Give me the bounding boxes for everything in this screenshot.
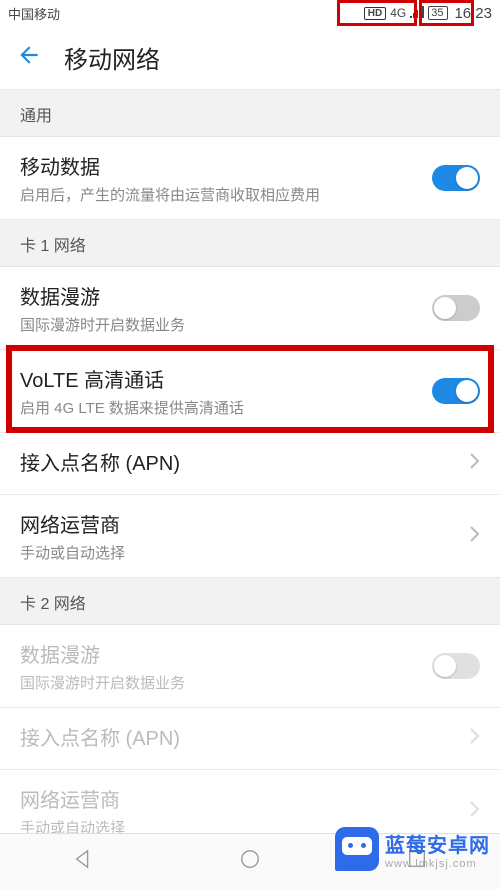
roam2-sub: 国际漫游时开启数据业务: [20, 672, 432, 693]
row-volte[interactable]: VoLTE 高清通话 启用 4G LTE 数据来提供高清通话: [0, 350, 500, 433]
watermark: 蓝莓安卓网 www.lmkjsj.com: [335, 827, 490, 871]
apn2-title: 接入点名称 (APN): [20, 722, 470, 751]
mobile-data-title: 移动数据: [20, 151, 432, 180]
chevron-right-icon: [470, 727, 480, 750]
chevron-right-icon: [470, 452, 480, 475]
row-roaming-2: 数据漫游 国际漫游时开启数据业务: [0, 625, 500, 708]
chevron-right-icon: [470, 525, 480, 548]
row-roaming-1[interactable]: 数据漫游 国际漫游时开启数据业务: [0, 267, 500, 350]
roam1-title: 数据漫游: [20, 281, 432, 310]
section-sim2: 卡 2 网络: [0, 578, 500, 625]
highlight-box-status-2: [419, 0, 474, 26]
mobile-data-sub: 启用后，产生的流量将由运营商收取相应费用: [20, 184, 432, 205]
roaming-2-toggle: [432, 653, 480, 679]
app-header: 移动网络: [0, 26, 500, 90]
back-arrow-icon[interactable]: [16, 42, 42, 73]
watermark-robot-icon: [335, 827, 379, 871]
row-carrier-1[interactable]: 网络运营商 手动或自动选择: [0, 495, 500, 578]
volte-title: VoLTE 高清通话: [20, 364, 432, 393]
volte-toggle[interactable]: [432, 378, 480, 404]
roaming-1-toggle[interactable]: [432, 295, 480, 321]
mobile-data-toggle[interactable]: [432, 165, 480, 191]
highlight-box-status-1: [337, 0, 417, 26]
roam2-title: 数据漫游: [20, 639, 432, 668]
volte-sub: 启用 4G LTE 数据来提供高清通话: [20, 397, 432, 418]
watermark-url: www.lmkjsj.com: [385, 858, 490, 870]
status-bar: 中国移动 HD 4G 35 16:23: [0, 0, 500, 26]
apn1-title: 接入点名称 (APN): [20, 447, 470, 476]
chevron-right-icon: [470, 800, 480, 823]
row-apn-1[interactable]: 接入点名称 (APN): [0, 433, 500, 495]
row-mobile-data[interactable]: 移动数据 启用后，产生的流量将由运营商收取相应费用: [0, 137, 500, 220]
carrier-label: 中国移动: [8, 4, 364, 23]
nav-home-icon[interactable]: [239, 848, 261, 875]
page-title: 移动网络: [64, 40, 160, 75]
row-apn-2: 接入点名称 (APN): [0, 708, 500, 770]
nav-back-icon[interactable]: [72, 848, 94, 875]
section-sim1: 卡 1 网络: [0, 220, 500, 267]
carrier2-title: 网络运营商: [20, 784, 470, 813]
carrier1-title: 网络运营商: [20, 509, 470, 538]
carrier1-sub: 手动或自动选择: [20, 542, 470, 563]
roam1-sub: 国际漫游时开启数据业务: [20, 314, 432, 335]
section-general: 通用: [0, 90, 500, 137]
watermark-brand: 蓝莓安卓网: [385, 829, 490, 858]
